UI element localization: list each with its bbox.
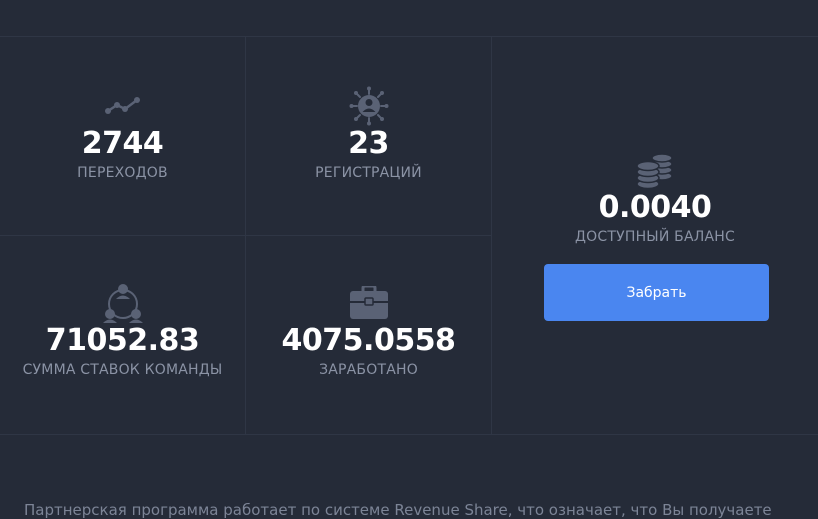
top-divider <box>0 36 818 37</box>
clicks-label: ПЕРЕХОДОВ <box>77 165 168 181</box>
grid-divider-horizontal <box>0 235 491 236</box>
user-network-icon <box>349 86 389 126</box>
clicks-value: 2744 <box>81 126 164 161</box>
briefcase-icon <box>349 283 389 323</box>
stat-clicks: 2744 ПЕРЕХОДОВ <box>0 86 245 182</box>
team-icon <box>102 283 143 323</box>
earned-label: ЗАРАБОТАНО <box>319 362 418 378</box>
stat-registrations: 23 РЕГИСТРАЦИЙ <box>246 86 491 182</box>
balance-label: ДОСТУПНЫЙ БАЛАНС <box>575 229 735 245</box>
balance-value: 0.0040 <box>598 190 712 225</box>
stat-earned: 4075.0558 ЗАРАБОТАНО <box>246 283 491 379</box>
team-bets-label: СУММА СТАВОК КОМАНДЫ <box>22 362 223 378</box>
bottom-divider <box>0 434 818 435</box>
team-bets-value: 71052.83 <box>45 323 200 358</box>
registrations-label: РЕГИСТРАЦИЙ <box>315 165 422 181</box>
stat-team-bets: 71052.83 СУММА СТАВОК КОМАНДЫ <box>0 283 245 379</box>
footer-description: Партнерская программа работает по систем… <box>24 501 772 519</box>
trend-line-icon <box>103 86 143 126</box>
earned-value: 4075.0558 <box>281 323 456 358</box>
claim-button[interactable]: Забрать <box>544 264 769 321</box>
balance-panel: 0.0040 ДОСТУПНЫЙ БАЛАНС <box>492 150 818 246</box>
registrations-value: 23 <box>348 126 389 161</box>
coins-icon <box>635 150 675 190</box>
